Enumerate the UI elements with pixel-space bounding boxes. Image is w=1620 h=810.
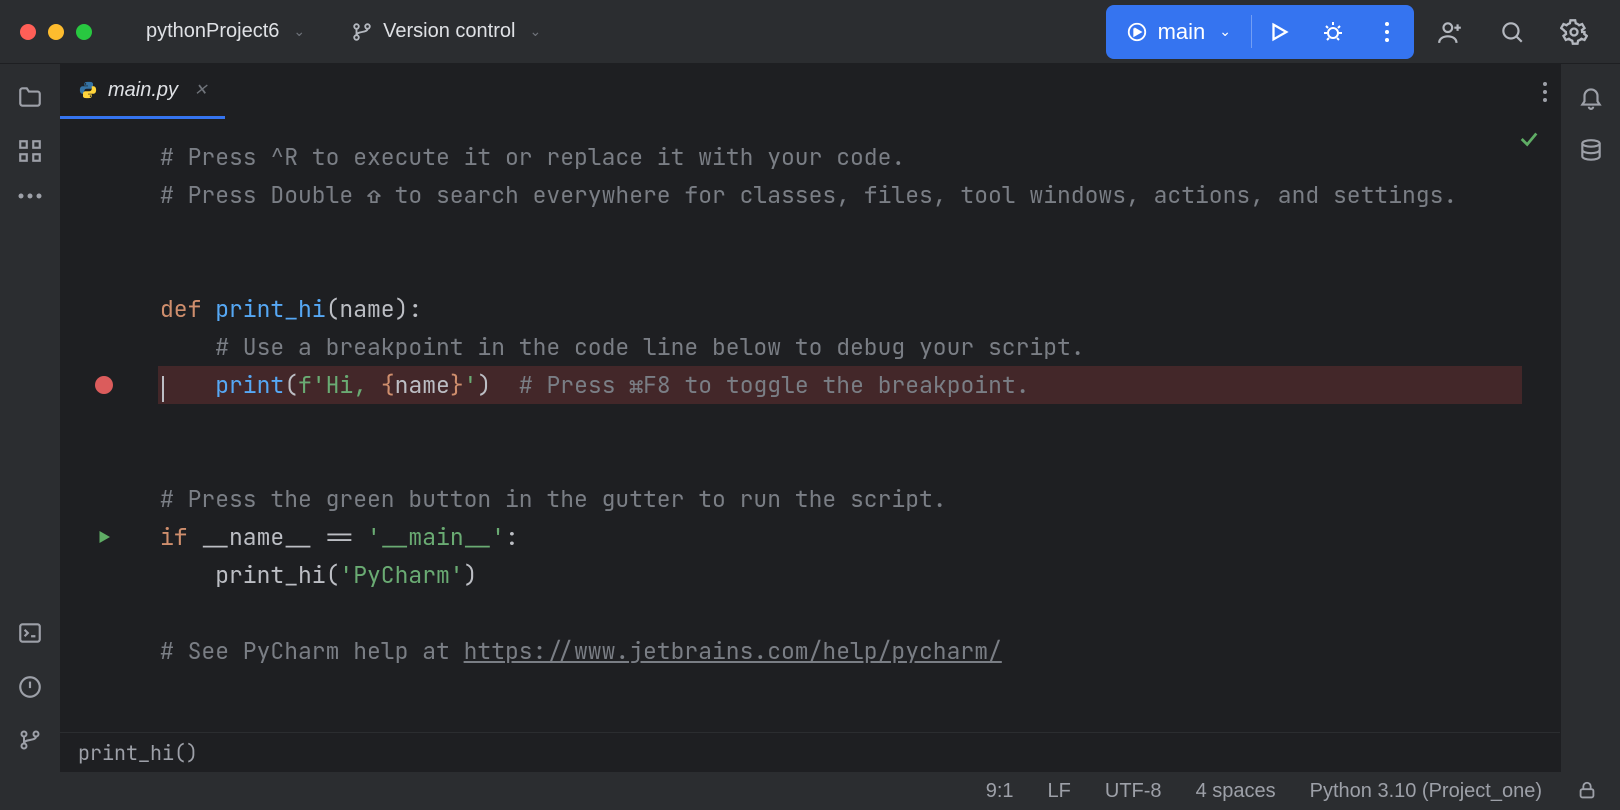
code-line[interactable]: # Press Double ⇧ to search everywhere fo… [158, 176, 1542, 214]
code-area[interactable]: # Press ^R to execute it or replace it w… [148, 120, 1546, 732]
close-window-icon[interactable] [20, 24, 36, 40]
line-separator[interactable]: LF [1048, 780, 1071, 803]
project-name: pythonProject6 [146, 20, 279, 43]
right-toolbar [1560, 64, 1620, 772]
zoom-window-icon[interactable] [76, 24, 92, 40]
python-interpreter[interactable]: Python 3.10 (Project_one) [1310, 780, 1542, 803]
python-file-icon [78, 80, 98, 100]
inspection-ok-icon[interactable] [1518, 128, 1540, 150]
run-config-selector[interactable]: main ⌄ [1106, 5, 1251, 59]
editor-gutter[interactable] [60, 120, 148, 732]
tab-label: main.py [108, 79, 178, 102]
problems-toolwindow-button[interactable] [17, 674, 43, 700]
left-toolbar [0, 64, 60, 772]
run-toolbar: main ⌄ [1106, 5, 1414, 59]
code-line[interactable]: # Press the green button in the gutter t… [158, 480, 1542, 518]
chevron-down-icon: ⌄ [293, 23, 305, 40]
breadcrumb-text: print_hi() [78, 740, 198, 766]
editor-tabs: main.py ✕ [60, 64, 1560, 120]
code-line[interactable]: # Use a breakpoint in the code line belo… [158, 328, 1542, 366]
run-config-icon [1126, 21, 1148, 43]
chevron-down-icon: ⌄ [1219, 23, 1231, 40]
main-area: main.py ✕ # Press ^R to execu [0, 64, 1620, 772]
indent-setting[interactable]: 4 spaces [1196, 780, 1276, 803]
minimize-window-icon[interactable] [48, 24, 64, 40]
notifications-toolwindow-button[interactable] [1578, 84, 1604, 110]
window-controls [20, 24, 92, 40]
breakpoint-icon [95, 376, 113, 394]
git-toolwindow-button[interactable] [18, 728, 42, 752]
branch-icon [351, 21, 373, 43]
close-tab-icon[interactable]: ✕ [194, 80, 207, 100]
code-line[interactable]: # See PyCharm help at https://www.jetbra… [158, 632, 1542, 670]
editor-tab-main-py[interactable]: main.py ✕ [60, 64, 225, 119]
code-line[interactable]: def print_hi(name): [158, 290, 1542, 328]
code-line[interactable]: if __name__ == '__main__': [158, 518, 1542, 556]
code-line[interactable]: print_hi('PyCharm') [158, 556, 1542, 594]
code-line[interactable] [158, 594, 1542, 632]
editor-column: main.py ✕ # Press ^R to execu [60, 64, 1560, 772]
version-control-label: Version control [383, 20, 515, 43]
more-toolwindows-button[interactable] [17, 192, 43, 200]
code-line[interactable] [158, 442, 1542, 480]
run-gutter-marker[interactable] [60, 518, 148, 556]
code-with-me-button[interactable] [1424, 6, 1476, 58]
caret-position[interactable]: 9:1 [986, 780, 1014, 803]
breadcrumb[interactable]: print_hi() [60, 732, 1560, 772]
more-run-options-button[interactable] [1360, 5, 1414, 59]
debug-button[interactable] [1306, 5, 1360, 59]
run-button[interactable] [1252, 5, 1306, 59]
version-control-button[interactable]: Version control ⌄ [337, 14, 555, 49]
structure-toolwindow-button[interactable] [17, 138, 43, 164]
code-line[interactable] [158, 404, 1542, 442]
chevron-down-icon: ⌄ [529, 23, 541, 40]
reader-mode-icon[interactable] [1576, 780, 1598, 802]
run-config-name: main [1158, 19, 1206, 45]
titlebar: pythonProject6 ⌄ Version control ⌄ main … [0, 0, 1620, 64]
project-selector[interactable]: pythonProject6 ⌄ [132, 14, 319, 49]
code-editor[interactable]: # Press ^R to execute it or replace it w… [60, 120, 1560, 732]
file-encoding[interactable]: UTF-8 [1105, 780, 1162, 803]
status-bar: 9:1 LF UTF-8 4 spaces Python 3.10 (Proje… [0, 772, 1620, 810]
terminal-toolwindow-button[interactable] [17, 620, 43, 646]
code-line[interactable]: print(f'Hi, {name}') # Press ⌘F8 to togg… [158, 366, 1522, 404]
code-line[interactable]: # Press ^R to execute it or replace it w… [158, 138, 1542, 176]
code-line[interactable] [158, 252, 1542, 290]
search-everywhere-button[interactable] [1486, 6, 1538, 58]
project-toolwindow-button[interactable] [17, 84, 43, 110]
editor-tab-options-button[interactable] [1542, 81, 1548, 103]
settings-button[interactable] [1548, 6, 1600, 58]
editor-scrollbar[interactable] [1546, 120, 1560, 732]
code-line[interactable] [158, 214, 1542, 252]
breakpoint-marker[interactable] [60, 366, 148, 404]
database-toolwindow-button[interactable] [1578, 138, 1604, 164]
